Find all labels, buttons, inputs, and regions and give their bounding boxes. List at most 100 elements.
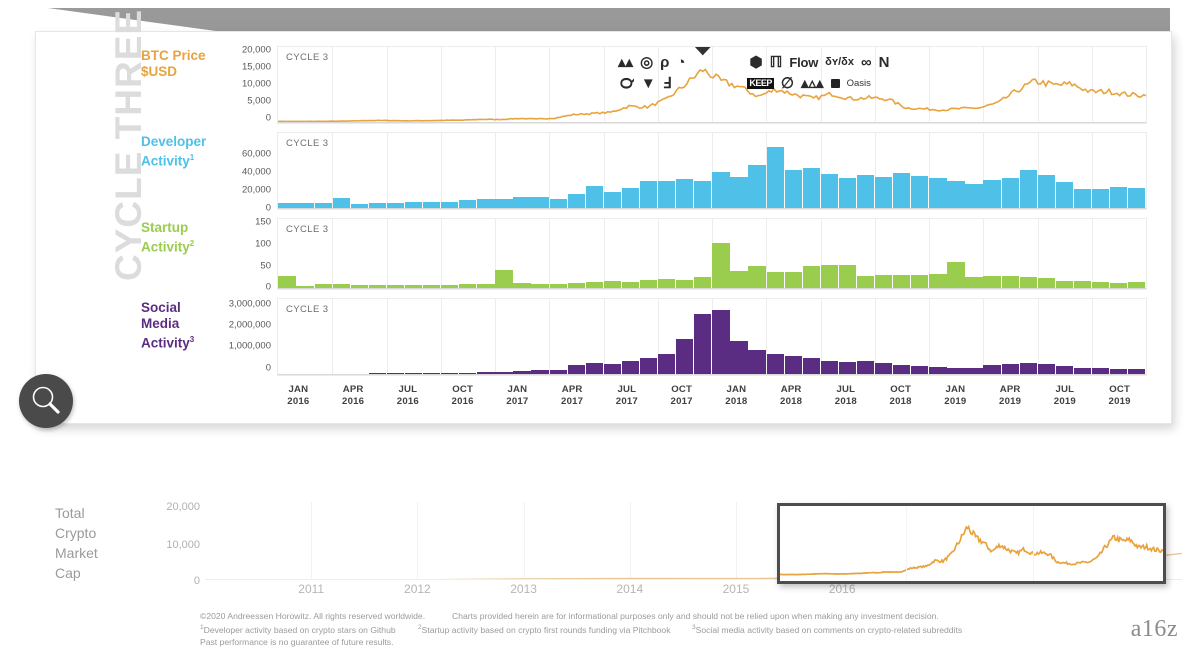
overview-label: Total Crypto Market Cap [55,503,133,583]
bar [568,194,585,209]
bar [676,179,693,209]
bar [767,272,784,289]
plot-startup[interactable]: CYCLE 3 [277,218,1147,290]
bar [712,172,729,209]
bar [622,361,639,375]
bar [676,339,693,375]
x-tick: APR2019 [983,384,1038,418]
zoom-inset [777,503,1166,584]
bar [893,173,910,209]
x-tick: OCT2018 [873,384,928,418]
bar [857,361,874,375]
bar [965,184,982,209]
yaxis-startup: 150 100 50 0 [213,218,277,290]
yaxis-developer: 60,000 40,000 20,000 0 [213,132,277,210]
inset-btc-line [780,506,1163,581]
bar [658,354,675,375]
x-tick: JAN2019 [928,384,983,418]
bar [748,350,765,375]
footnote-1: 1Developer activity based on crypto star… [200,624,396,635]
bar [730,177,747,209]
x-tick: JUL2019 [1038,384,1093,418]
bar [893,275,910,289]
overview-year-tick: 2011 [298,582,324,596]
x-tick: JUL2016 [381,384,436,418]
baseline-developer [278,208,1146,209]
bar [911,176,928,209]
bar [1128,188,1145,209]
bar [694,314,711,375]
bar [622,188,639,209]
bar [821,174,838,209]
peak-marker-icon [278,47,1146,123]
overview-xaxis: 201120122013201420152016 [205,582,1182,598]
yaxis-btc: 20,000 15,000 10,000 5,000 0 [213,46,277,124]
bar [911,275,928,289]
gridline [1033,506,1034,581]
bar [875,177,892,209]
bar [586,186,603,209]
x-tick: JAN2017 [490,384,545,418]
x-tick: JUL2018 [819,384,874,418]
bar [658,181,675,209]
overview-year-tick: 2013 [510,582,537,596]
x-tick: APR2017 [545,384,600,418]
bars-social [278,299,1146,375]
x-tick: JUL2017 [600,384,655,418]
bar [929,178,946,209]
overview-year-tick: 2014 [616,582,643,596]
x-tick: APR2016 [326,384,381,418]
bars-startup [278,219,1146,289]
plot-btc[interactable]: CYCLE 3 ▴▴ ◎ ρ ◔ ⬢ ℿ Flow [277,46,1147,124]
panel-label-startup: Startup Activity2 [141,218,213,290]
cycle-tag-btc: CYCLE 3 [286,52,328,63]
panel-developer: Developer Activity1 60,000 40,000 20,000… [141,132,1147,210]
bar [730,271,747,289]
bar [748,165,765,210]
panel-label-btc: BTC Price $USD [141,46,213,124]
bar [785,356,802,375]
plot-developer[interactable]: CYCLE 3 [277,132,1147,210]
bar [839,362,856,375]
x-tick: JAN2018 [709,384,764,418]
bar [640,358,657,375]
footnote-3: 3Social media activity based on comments… [692,624,962,635]
bar [495,270,512,289]
panel-label-developer: Developer Activity1 [141,132,213,210]
copyright-text: ©2020 Andreessen Horowitz. All rights re… [200,611,425,621]
bar [785,170,802,209]
cycle-tag-startup: CYCLE 3 [286,224,328,235]
panel-startup: Startup Activity2 150 100 50 0 CYCLE 3 [141,218,1147,290]
plot-social[interactable]: CYCLE 3 [277,298,1147,376]
bar [748,266,765,289]
bar [1092,189,1109,209]
bar [1002,178,1019,209]
yaxis-social: 3,000,000 2,000,000 1,000,000 0 [213,298,277,376]
bar [1020,170,1037,209]
x-tick: JAN2016 [271,384,326,418]
bar [875,275,892,289]
overview-year-tick: 2016 [829,582,856,596]
bar [929,274,946,289]
bar [1056,182,1073,209]
x-tick: OCT2016 [435,384,490,418]
past-performance-text: Past performance is no guarantee of futu… [200,637,393,647]
baseline-social [278,374,1146,375]
bar [821,361,838,375]
bar [730,341,747,375]
bar [947,181,964,209]
bar [604,192,621,209]
footer: ©2020 Andreessen Horowitz. All rights re… [0,608,1200,668]
overview-yaxis: 20,000 10,000 0 [138,503,200,583]
magnifier-icon[interactable] [19,374,73,428]
bar [694,181,711,209]
baseline-startup [278,288,1146,289]
bar [785,272,802,290]
bar [712,310,729,375]
baseline-btc [278,122,1146,123]
disclaimer-text: Charts provided herein are for informati… [452,611,939,621]
x-axis: JAN2016APR2016JUL2016OCT2016JAN2017APR20… [141,384,1147,418]
bar [1110,187,1127,209]
bar [821,265,838,289]
a16z-logo: a16z [1131,616,1178,643]
